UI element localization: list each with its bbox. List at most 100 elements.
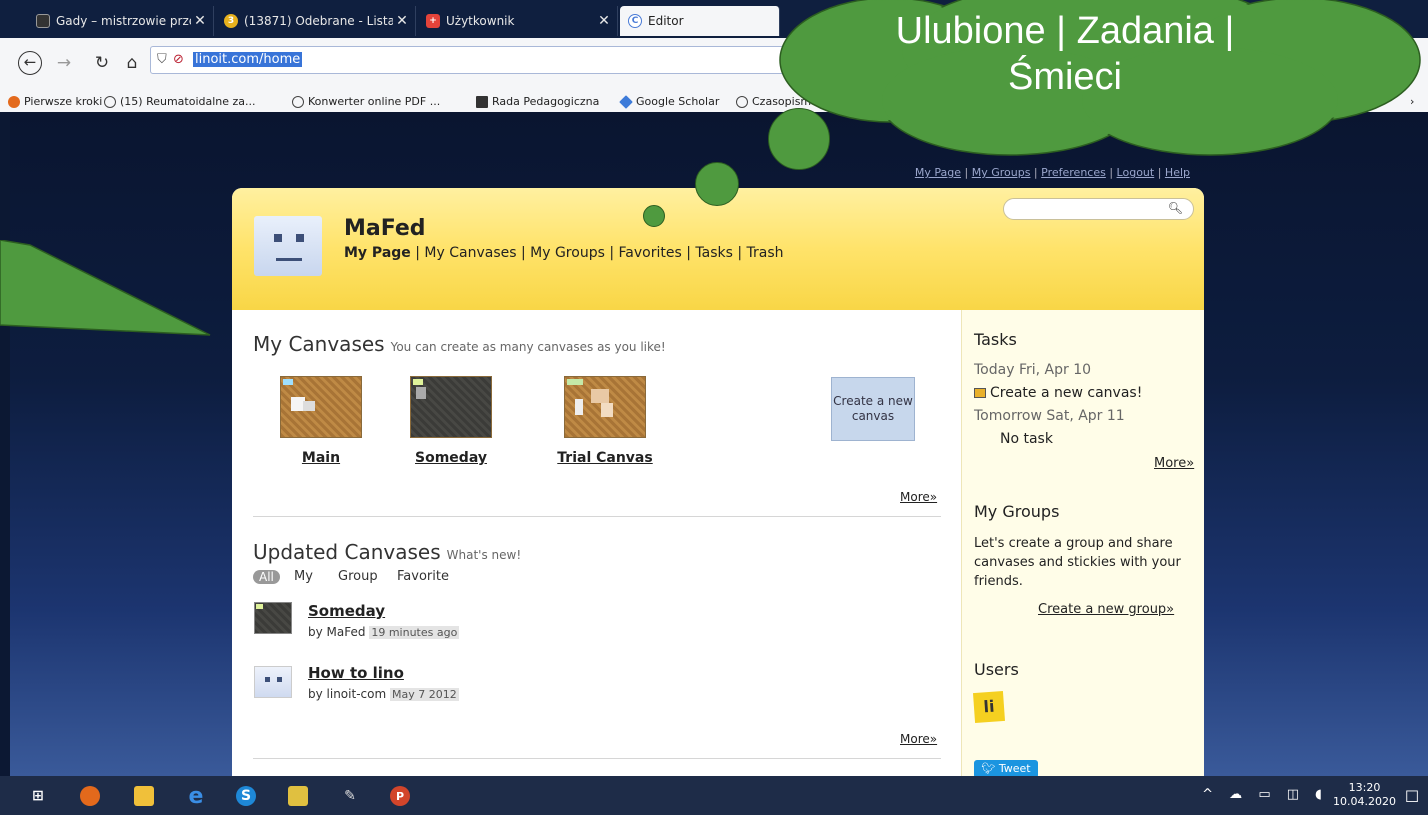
updated-canvas-title[interactable]: Someday xyxy=(308,602,385,620)
nav-my-groups[interactable]: My Groups xyxy=(530,245,605,261)
user-logo[interactable]: li xyxy=(972,690,1006,724)
updated-canvas-meta: by MaFed 19 minutes ago xyxy=(308,625,460,639)
url-bar[interactable]: ⛉ ⊘ linoit.com/home xyxy=(150,46,810,74)
canvas-link-someday[interactable]: Someday xyxy=(410,450,492,466)
nav-my-page[interactable]: My Page xyxy=(344,245,411,261)
avatar-eye xyxy=(296,234,304,242)
tweet-button[interactable]: 🐦︎ Tweet xyxy=(974,760,1038,776)
forward-icon[interactable]: → xyxy=(52,51,76,75)
divider xyxy=(253,758,941,759)
shield-icon[interactable]: ⛉ xyxy=(157,52,167,67)
create-canvas-button[interactable]: Create a new canvas xyxy=(831,377,915,441)
close-tab-icon[interactable]: ✕ xyxy=(393,13,411,29)
filter-my[interactable]: My xyxy=(294,569,313,584)
sticky-note xyxy=(413,379,423,385)
filter-favorite[interactable]: Favorite xyxy=(397,569,449,584)
no-task-text: No task xyxy=(1000,431,1053,447)
edge-icon[interactable]: e xyxy=(186,784,206,809)
paint-icon[interactable]: ✎ xyxy=(340,786,360,806)
nav-trash[interactable]: Trash xyxy=(747,245,784,261)
globe-icon xyxy=(736,95,748,108)
taskbar: ⊞ e S ✎ P ^ ☁ ▭ ◫ ◖ 13:20 10.04.2020 ☐ xyxy=(0,776,1428,815)
updated-canvas-thumbnail[interactable] xyxy=(254,666,292,698)
users-heading: Users xyxy=(974,660,1019,679)
updated-canvas-thumbnail[interactable] xyxy=(254,602,292,634)
mail-badge-icon: 3 xyxy=(224,14,238,28)
twitter-icon: 🐦︎ xyxy=(981,762,996,775)
filter-group[interactable]: Group xyxy=(338,569,378,584)
bookmark-item[interactable]: Google Scholar xyxy=(619,94,719,109)
browser-tab[interactable]: 3 (13871) Odebrane - Lista ✕ xyxy=(216,6,416,36)
thought-bubble-medium xyxy=(695,162,739,206)
browser-tab[interactable]: Gady – mistrzowie przetr ✕ xyxy=(28,6,214,36)
search-icon[interactable]: 🔍︎ xyxy=(1168,201,1183,215)
tomorrow-label: Tomorrow Sat, Apr 11 xyxy=(974,408,1125,424)
task-item[interactable]: Create a new canvas! xyxy=(974,385,1142,401)
canvas-thumbnail-main[interactable] xyxy=(280,376,362,438)
sticky-note xyxy=(283,379,293,385)
thought-bubble-large xyxy=(768,108,830,170)
more-updated-link[interactable]: More» xyxy=(900,732,937,746)
username: MaFed xyxy=(344,216,426,241)
file-explorer-icon[interactable] xyxy=(134,786,154,806)
nav-tasks[interactable]: Tasks xyxy=(695,245,733,261)
sidebar: Tasks Today Fri, Apr 10 Create a new can… xyxy=(961,310,1204,776)
skype-icon[interactable]: S xyxy=(236,786,256,806)
windows-start-icon[interactable]: ⊞ xyxy=(28,786,48,806)
sticky-notes-icon[interactable] xyxy=(288,786,308,806)
editor-icon: C xyxy=(628,14,642,28)
nav-favorites[interactable]: Favorites xyxy=(619,245,682,261)
browser-tab-active[interactable]: C Editor xyxy=(620,6,780,36)
nav-my-canvases[interactable]: My Canvases xyxy=(424,245,516,261)
powerpoint-icon[interactable]: P xyxy=(390,786,410,806)
tasks-heading: Tasks xyxy=(974,330,1017,349)
back-icon[interactable]: ← xyxy=(18,51,42,75)
avatar[interactable] xyxy=(254,216,322,276)
close-tab-icon[interactable]: ✕ xyxy=(595,13,613,29)
more-tasks-link[interactable]: More» xyxy=(1154,456,1194,471)
bookmark-item[interactable]: Rada Pedagogiczna xyxy=(476,95,599,108)
timestamp: May 7 2012 xyxy=(389,688,459,701)
bookmark-item[interactable]: Konwerter online PDF ... xyxy=(292,95,440,108)
page-viewport: My Page | My Groups | Preferences | Logo… xyxy=(10,112,1428,776)
more-canvases-link[interactable]: More» xyxy=(900,490,937,504)
canvas-thumbnail-trial[interactable] xyxy=(564,376,646,438)
close-tab-icon[interactable]: ✕ xyxy=(191,13,209,29)
url-text[interactable]: linoit.com/home xyxy=(193,52,303,67)
notification-icon[interactable]: ☐ xyxy=(1402,786,1422,806)
canvas-link-trial[interactable]: Trial Canvas xyxy=(548,450,662,466)
reload-icon[interactable]: ↻ xyxy=(90,51,114,75)
updated-canvas-title[interactable]: How to lino xyxy=(308,664,404,682)
search-input[interactable]: 🔍︎ xyxy=(1003,198,1194,220)
avatar-eye xyxy=(274,234,282,242)
sticky-note xyxy=(303,401,315,411)
main-column: My Canvases You can create as many canvas… xyxy=(232,310,961,776)
cloud-text: Ulubione | Zadania | Śmieci xyxy=(895,10,1235,98)
home-icon[interactable]: ⌂ xyxy=(120,51,144,75)
firefox-icon xyxy=(8,95,20,108)
app-icon: + xyxy=(426,14,440,28)
filter-all[interactable]: All xyxy=(253,570,280,584)
globe-icon xyxy=(292,95,304,108)
firefox-icon[interactable] xyxy=(80,786,100,806)
scholar-icon xyxy=(619,94,633,109)
image-icon xyxy=(476,95,488,108)
sticky-note xyxy=(265,677,270,682)
home-panel: MaFed My Page | My Canvases | My Groups … xyxy=(232,188,1204,776)
user-nav: My Page | My Canvases | My Groups | Favo… xyxy=(344,245,784,261)
bookmark-item[interactable]: Pierwsze kroki xyxy=(8,95,102,108)
insecure-lock-icon[interactable]: ⊘ xyxy=(173,52,184,67)
sticky-note xyxy=(567,379,583,385)
updated-canvas-meta: by linoit-com May 7 2012 xyxy=(308,687,459,701)
clock[interactable]: 13:20 10.04.2020 xyxy=(1333,781,1396,809)
create-group-link[interactable]: Create a new group» xyxy=(1038,602,1174,617)
canvas-link-main[interactable]: Main xyxy=(280,450,362,466)
today-label: Today Fri, Apr 10 xyxy=(974,362,1092,378)
browser-tab[interactable]: + Użytkownik ✕ xyxy=(418,6,618,36)
system-tray[interactable]: ^ ☁ ▭ ◫ ◖ xyxy=(1202,787,1328,802)
bookmark-item[interactable]: (15) Reumatoidalne za... xyxy=(104,95,256,108)
timestamp: 19 minutes ago xyxy=(369,626,460,639)
user-header: MaFed My Page | My Canvases | My Groups … xyxy=(232,188,1204,310)
canvas-thumbnail-someday[interactable] xyxy=(410,376,492,438)
updated-canvases-heading: Updated Canvases What's new! xyxy=(253,540,522,564)
